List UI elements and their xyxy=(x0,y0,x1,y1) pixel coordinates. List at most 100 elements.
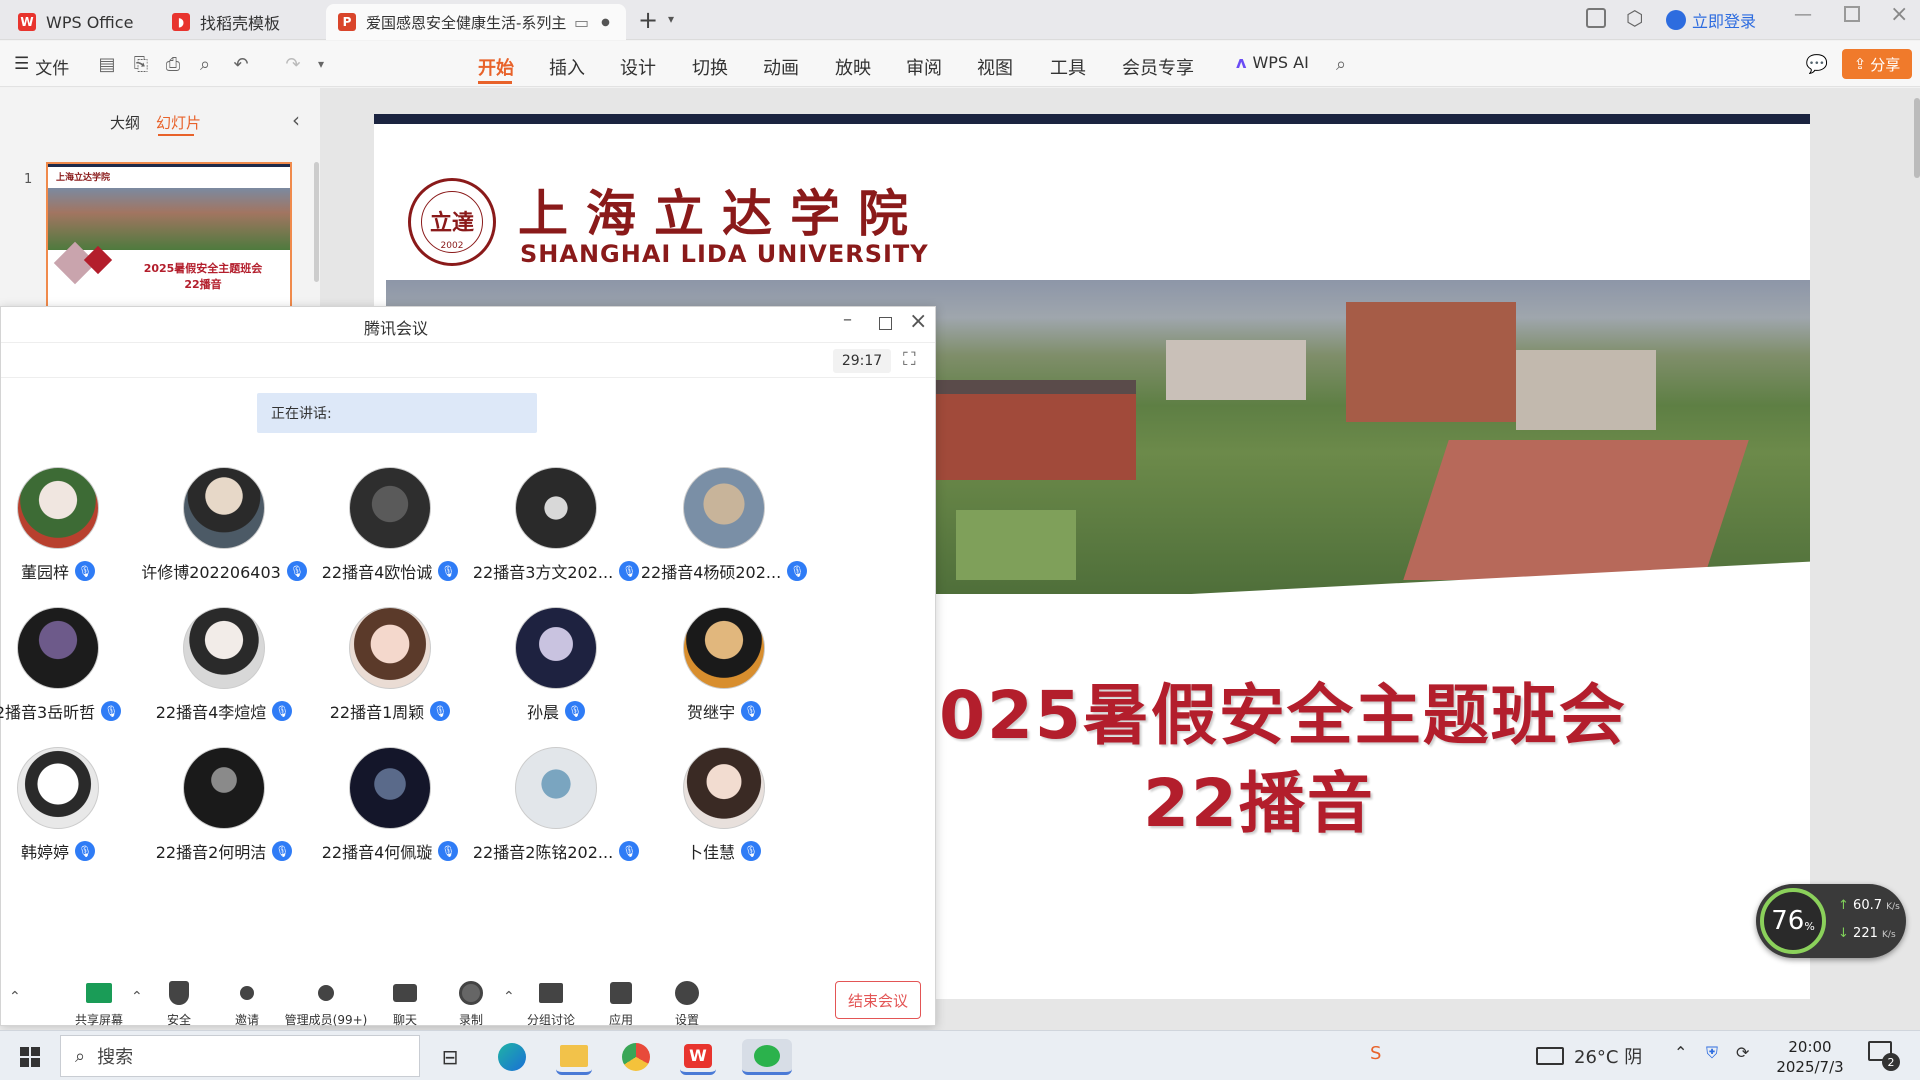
comment-icon[interactable]: 💬 xyxy=(1806,53,1828,75)
weather-widget[interactable]: 26°C 阴 xyxy=(1536,1043,1642,1069)
avatar xyxy=(683,607,765,689)
input-method-icon[interactable]: S xyxy=(1370,1043,1381,1064)
university-seal: 立達 2002 xyxy=(408,178,496,266)
browser-icon[interactable] xyxy=(618,1039,654,1075)
meeting-maximize-icon[interactable] xyxy=(879,317,892,330)
undo-icon[interactable]: ↶ xyxy=(230,53,252,75)
tencent-meeting-window[interactable]: 腾讯会议 – × 29:17 ⛶ 正在讲话: 董园梓 🎙 许修博202206403 🎙… xyxy=(0,306,936,1028)
record-button[interactable]: 录制 xyxy=(451,979,491,1028)
slide-thumbnail[interactable]: 上海立达学院 2025暑假安全主题班会 22播音 xyxy=(46,162,292,308)
task-view-icon[interactable]: ⊟ xyxy=(432,1039,468,1075)
settings-button[interactable]: 设置 xyxy=(667,979,707,1028)
tab-slides[interactable]: 幻灯片 xyxy=(156,112,201,133)
manage-members-button[interactable]: 管理成员(99+) xyxy=(283,979,369,1028)
minimize-icon[interactable]: — xyxy=(1794,4,1812,25)
menu-home[interactable]: 开始 xyxy=(478,54,514,80)
network-monitor[interactable]: 76% ↑ 60.7 K/s ↓ 221 K/s xyxy=(1756,884,1906,958)
menu-slideshow[interactable]: 放映 xyxy=(835,54,871,80)
collapse-panel-icon[interactable]: ‹ xyxy=(292,108,300,132)
participant-tile[interactable]: 2播音3岳昕哲 🎙 xyxy=(0,607,143,723)
participant-tile[interactable]: 22播音3方文202... 🎙 xyxy=(471,467,641,583)
clock[interactable]: 20:00 2025/7/3 xyxy=(1770,1037,1850,1077)
participant-tile[interactable]: 韩婷婷 🎙 xyxy=(0,747,143,863)
security-label: 安全 xyxy=(166,1013,191,1027)
participant-tile[interactable]: 卜佳慧 🎙 xyxy=(639,747,809,863)
search-icon: ⌕ xyxy=(75,1045,86,1067)
participant-tile[interactable]: 董园梓 🎙 xyxy=(0,467,143,583)
wps-ai-button[interactable]: ʌ WPS AI xyxy=(1236,53,1309,72)
meeting-close-icon[interactable]: × xyxy=(909,309,927,334)
network-tray-icon[interactable]: ⟳ xyxy=(1736,1043,1749,1062)
window-icon[interactable]: ▭ xyxy=(574,13,589,32)
menu-member[interactable]: 会员专享 xyxy=(1122,54,1194,80)
breakout-button[interactable]: 分组讨论 xyxy=(525,979,577,1028)
fullscreen-icon[interactable]: ⛶ xyxy=(903,349,916,370)
file-menu[interactable]: ☰ 文件 xyxy=(14,54,69,79)
save-icon[interactable]: ▤ xyxy=(96,53,118,75)
invite-button[interactable]: 邀请 xyxy=(227,979,267,1028)
share-button[interactable]: ⇪ 分享 xyxy=(1842,49,1912,79)
tray-chevron-icon[interactable]: ⌃ xyxy=(1674,1043,1687,1062)
cube-icon[interactable]: ⬡ xyxy=(1626,6,1643,30)
tab-presentation[interactable]: P 爱国感恩安全健康生活-系列主 ▭ ● xyxy=(326,4,626,40)
menu-view[interactable]: 视图 xyxy=(977,54,1013,80)
upload-unit: K/s xyxy=(1886,902,1900,912)
participant-tile[interactable]: 22播音4李煊煊 🎙 xyxy=(139,607,309,723)
menu-review[interactable]: 审阅 xyxy=(906,54,942,80)
search-icon[interactable]: ⌕ xyxy=(1330,53,1352,75)
participant-tile[interactable]: 22播音2何明洁 🎙 xyxy=(139,747,309,863)
editor-scrollbar[interactable] xyxy=(1914,98,1920,178)
share-options-chevron-icon[interactable]: ⌃ xyxy=(131,989,143,1005)
print-icon[interactable]: ⎙ xyxy=(162,53,184,75)
print-preview-icon[interactable]: ⌕ xyxy=(194,53,216,75)
export-icon[interactable]: ⎘ xyxy=(130,53,152,75)
chat-button[interactable]: 聊天 xyxy=(385,979,425,1028)
participant-name-row: 22播音4李煊煊 🎙 xyxy=(139,699,309,723)
meeting-minimize-icon[interactable]: – xyxy=(843,309,852,330)
end-meeting-button[interactable]: 结束会议 xyxy=(835,981,921,1019)
close-icon[interactable]: × xyxy=(1890,2,1908,27)
tab-label: 爱国感恩安全健康生活-系列主 xyxy=(366,13,566,32)
tab-outline[interactable]: 大纲 xyxy=(110,112,140,133)
thumbnail-scrollbar[interactable] xyxy=(314,162,319,282)
file-explorer-icon[interactable] xyxy=(556,1039,592,1075)
taskbar-search-box[interactable]: ⌕ 搜索 xyxy=(60,1035,420,1077)
quick-access-chevron-icon[interactable]: ▾ xyxy=(310,53,332,75)
menu-insert[interactable]: 插入 xyxy=(549,54,585,80)
share-screen-button[interactable]: 共享屏幕 xyxy=(71,979,127,1028)
participant-name: 孙晨 xyxy=(526,703,559,722)
participant-tile[interactable]: 22播音4欧怡诚 🎙 xyxy=(305,467,475,583)
avatar xyxy=(349,467,431,549)
participant-tile[interactable]: 22播音1周颖 🎙 xyxy=(305,607,475,723)
menu-design[interactable]: 设计 xyxy=(620,54,656,80)
wps-taskbar-icon[interactable]: W xyxy=(680,1039,716,1075)
security-tray-icon[interactable]: ⛨ xyxy=(1706,1043,1718,1063)
participant-tile[interactable]: 贺继宇 🎙 xyxy=(639,607,809,723)
redo-icon[interactable]: ↷ xyxy=(282,53,304,75)
chevron-down-icon[interactable]: ▾ xyxy=(668,12,674,26)
login-button[interactable]: 立即登录 xyxy=(1666,8,1756,32)
restore-icon[interactable] xyxy=(1844,6,1860,22)
participant-tile[interactable]: 22播音4何佩璇 🎙 xyxy=(305,747,475,863)
menu-animations[interactable]: 动画 xyxy=(763,54,799,80)
participant-name: 许修博202206403 xyxy=(141,563,281,582)
apps-button[interactable]: 应用 xyxy=(601,979,641,1028)
participant-tile[interactable]: 22播音4杨硕202... 🎙 xyxy=(639,467,809,583)
edge-icon[interactable] xyxy=(494,1039,530,1075)
security-button[interactable]: 安全 xyxy=(159,979,199,1028)
tab-template[interactable]: ◗ 找稻壳模板 xyxy=(160,4,320,40)
notification-center[interactable]: 2 xyxy=(1868,1041,1900,1071)
windows-start-icon[interactable] xyxy=(12,1039,48,1075)
layout-icon[interactable] xyxy=(1586,8,1606,28)
tab-wps-office[interactable]: W WPS Office xyxy=(6,4,146,40)
participant-tile[interactable]: 孙晨 🎙 xyxy=(471,607,641,723)
participant-name-row: 22播音4何佩璇 🎙 xyxy=(305,839,475,863)
menu-transitions[interactable]: 切换 xyxy=(692,54,728,80)
participant-tile[interactable]: 22播音2陈铭202... 🎙 xyxy=(471,747,641,863)
participant-tile[interactable]: 许修博202206403 🎙 xyxy=(139,467,309,583)
new-tab-icon[interactable]: + xyxy=(638,6,658,34)
menu-tools[interactable]: 工具 xyxy=(1050,54,1086,80)
audio-options-chevron-icon[interactable]: ⌃ xyxy=(9,989,21,1005)
record-options-chevron-icon[interactable]: ⌃ xyxy=(503,989,515,1005)
wechat-icon[interactable] xyxy=(742,1039,792,1075)
